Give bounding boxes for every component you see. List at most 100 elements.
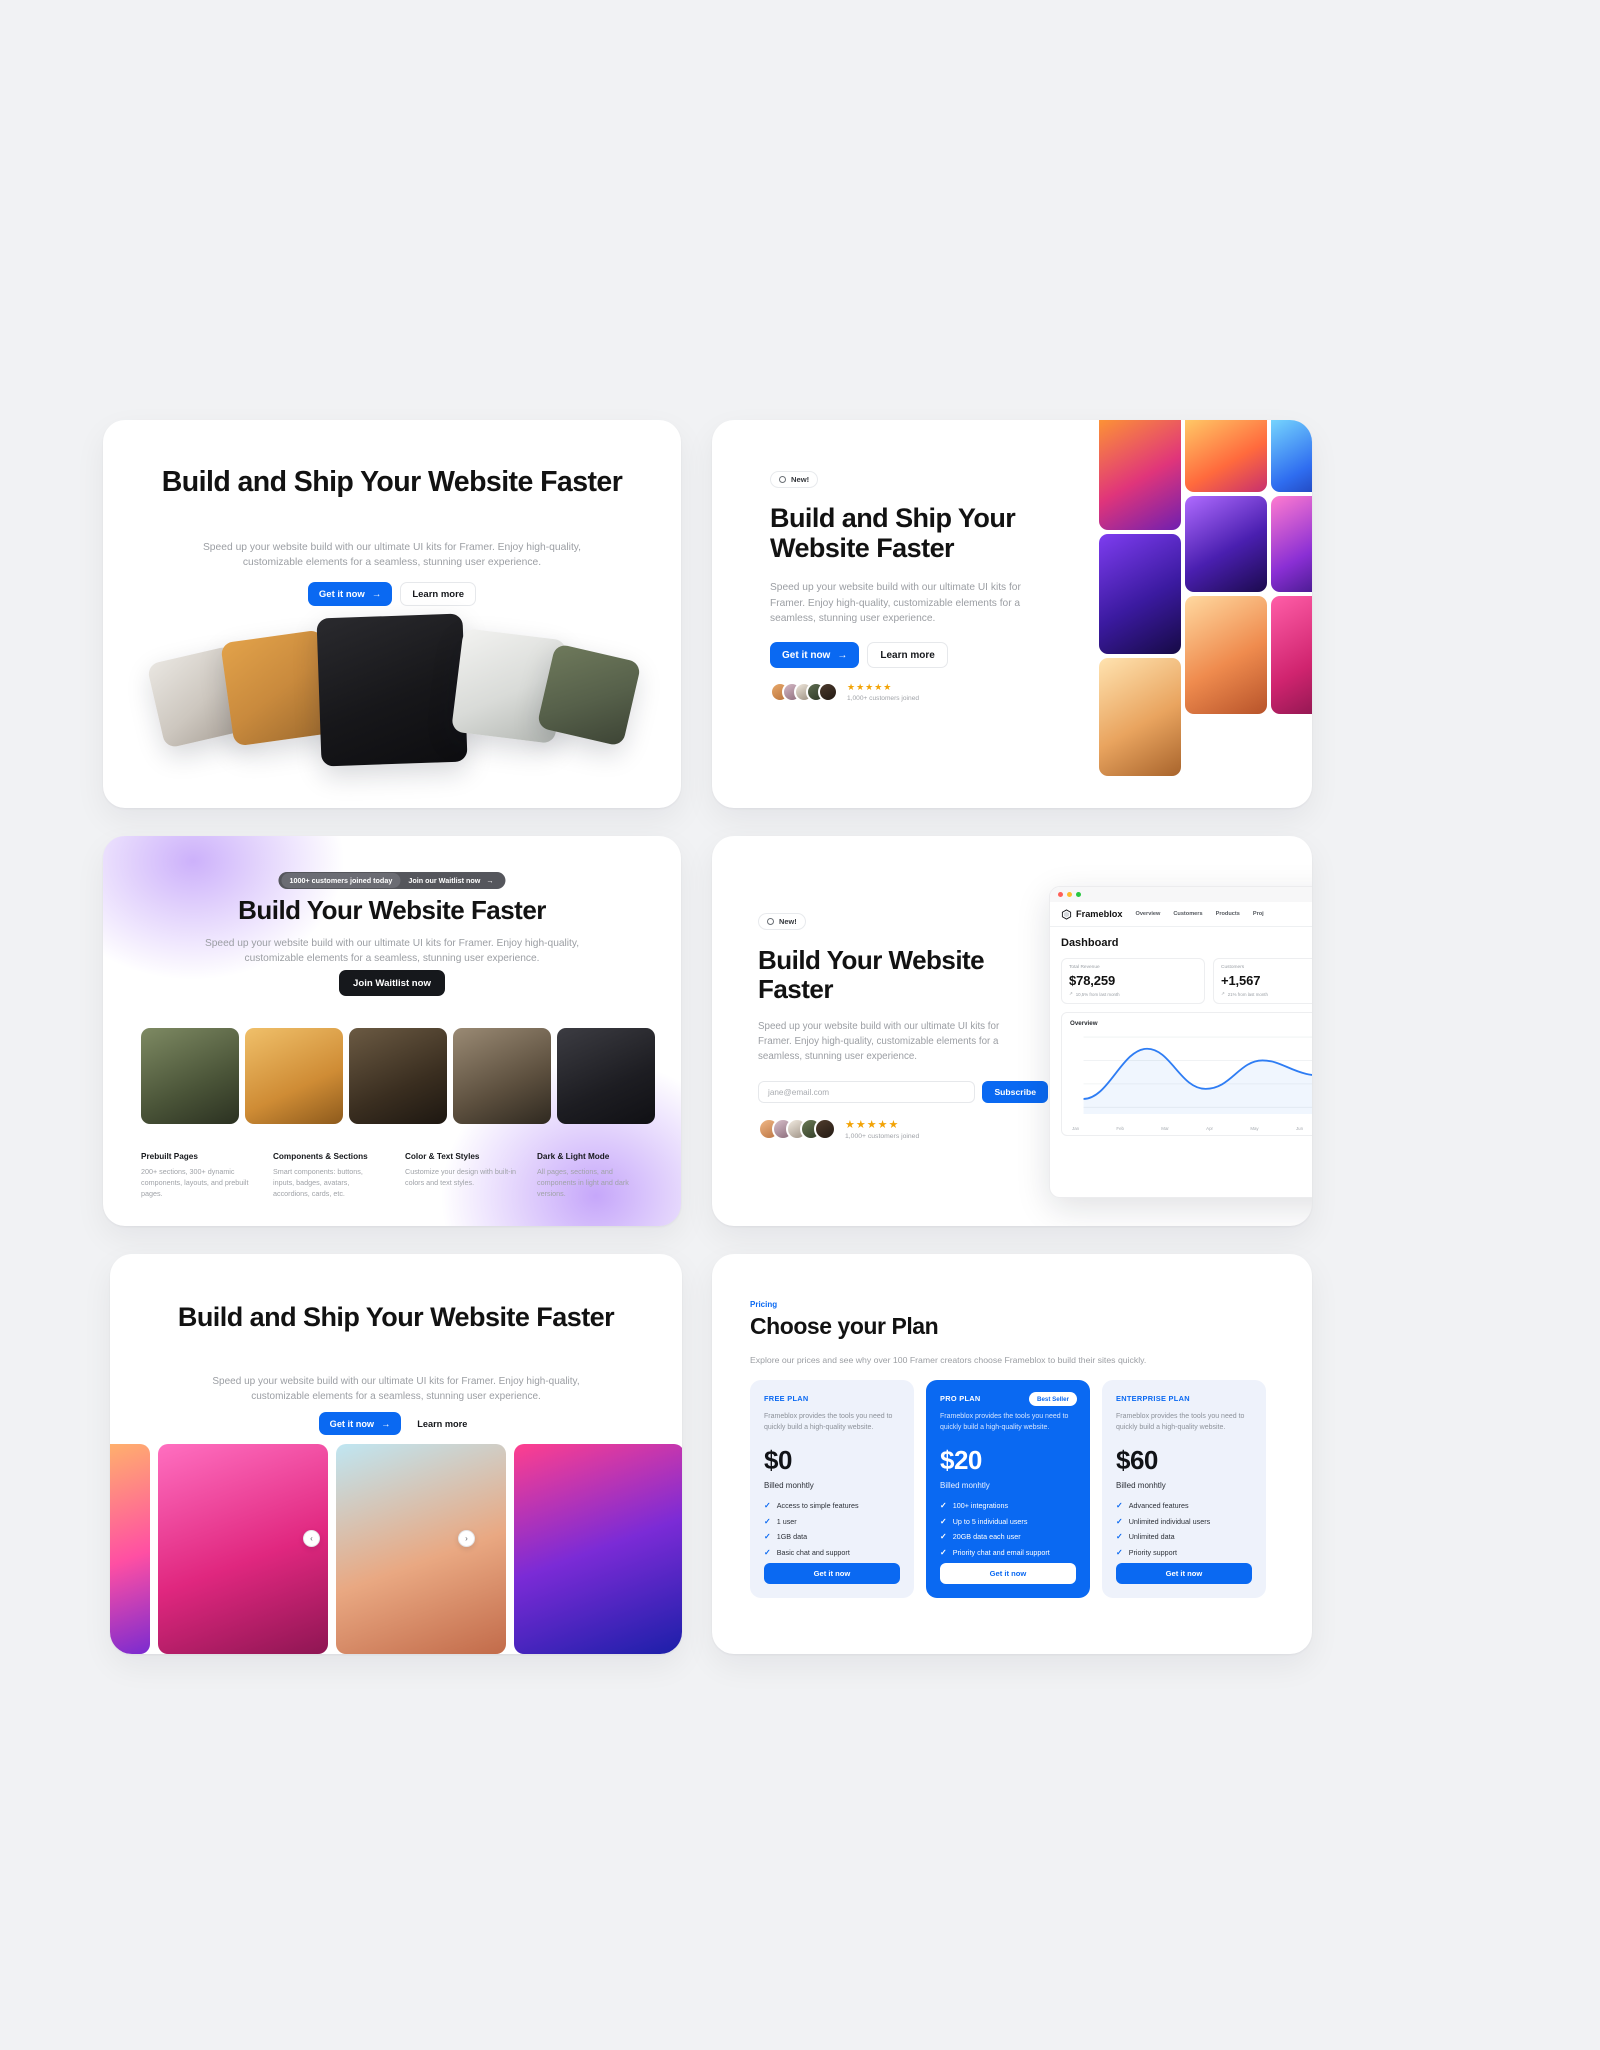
plan-card-enterprise: ENTERPRISE PLAN Frameblox provides the t… — [1102, 1380, 1266, 1599]
new-badge[interactable]: New! — [758, 913, 806, 930]
screenshot-canvas: Build and Ship Your Website Faster Speed… — [0, 0, 1600, 2050]
plan-feature-label: Basic chat and support — [776, 1547, 850, 1557]
rating-block: ★★★★★ 1,000+ customers joined — [847, 682, 919, 702]
get-it-now-label: Get it now — [329, 1418, 375, 1429]
get-it-now-button[interactable]: Get it now → — [307, 582, 393, 606]
nav-link-overview[interactable]: Overview — [1135, 911, 1160, 917]
stat-delta: ↗ 21% from last month — [1221, 991, 1312, 997]
join-waitlist-button[interactable]: Join Waitlist now — [339, 970, 445, 996]
carousel-prev-button[interactable]: ‹ — [303, 1530, 320, 1547]
plan-feature: ✓ Priority support — [1116, 1548, 1252, 1557]
stat-card-total-revenue: Total Revenue $78,259 ↗ 10,5% from last … — [1061, 958, 1205, 1004]
plan-feature-list: ✓ 100+ integrations ✓ Up to 5 individual u… — [940, 1501, 1076, 1557]
avatar-stack — [758, 1118, 836, 1141]
x-tick: Feb — [1116, 1126, 1124, 1131]
hero-card-collage: New! Build and Ship Your Website Faster … — [712, 420, 1312, 808]
plan-feature: ✓ 100+ integrations — [940, 1501, 1076, 1510]
collage-photo-5 — [1271, 496, 1312, 592]
rating-block: ★★★★★ 1,000+ customers joined — [845, 1118, 919, 1140]
announcement-pill[interactable]: 1000+ customers joined today Join our Wa… — [278, 872, 506, 889]
feature-item: Prebuilt Pages 200+ sections, 300+ dynam… — [141, 1152, 253, 1199]
hexagon-icon — [1061, 908, 1072, 920]
x-tick: Apr — [1206, 1126, 1214, 1131]
plan-cta-button[interactable]: Get it now — [764, 1563, 900, 1585]
pricing-plans: FREE PLAN Frameblox provides the tools y… — [750, 1380, 1266, 1599]
subscribe-label: Subscribe — [994, 1087, 1036, 1098]
plan-feature-label: Advanced features — [1128, 1501, 1189, 1511]
plan-feature-label: 20GB data each user — [952, 1532, 1021, 1542]
check-icon: ✓ — [1116, 1532, 1123, 1542]
check-icon: ✓ — [764, 1516, 771, 1526]
stat-delta-label: 21% from last month — [1227, 991, 1268, 997]
close-dot-icon — [1058, 892, 1063, 897]
get-it-now-button[interactable]: Get it now → — [770, 642, 860, 669]
plan-price: $20 — [940, 1445, 982, 1476]
collage-photo-4 — [1185, 496, 1267, 592]
gallery-photo-1 — [141, 1028, 239, 1124]
chevron-left-icon: ‹ — [310, 1534, 313, 1543]
plan-card-free: FREE PLAN Frameblox provides the tools y… — [750, 1380, 914, 1599]
gradient-glow-top-left — [103, 836, 403, 1026]
carousel-photo-4 — [514, 1444, 682, 1654]
photo-collage — [1057, 420, 1312, 808]
join-waitlist-link[interactable]: Join our Waitlist now → — [400, 876, 502, 885]
image-carousel — [110, 1444, 682, 1654]
star-rating-icon: ★★★★★ — [847, 682, 893, 693]
plan-cta-button[interactable]: Get it now — [1116, 1563, 1252, 1585]
carousel-photo-2 — [158, 1444, 328, 1654]
learn-more-button[interactable]: Learn more — [400, 582, 477, 606]
get-it-now-label: Get it now — [318, 588, 365, 600]
stat-label: Total Revenue — [1069, 965, 1100, 970]
plan-feature-label: 1GB data — [776, 1532, 808, 1542]
get-it-now-button[interactable]: Get it now → — [318, 1412, 402, 1435]
check-icon: ✓ — [764, 1501, 771, 1511]
dashboard-title: Dashboard — [1061, 937, 1119, 949]
learn-more-button[interactable]: Learn more — [411, 1412, 473, 1435]
new-badge[interactable]: New! — [770, 471, 819, 488]
feature-title: Components & Sections — [273, 1152, 368, 1161]
arrow-right-icon: → — [837, 649, 848, 661]
check-icon: ✓ — [764, 1547, 771, 1557]
x-tick: May — [1250, 1126, 1259, 1131]
subscribe-form: jane@email.com Subscribe — [758, 1081, 1048, 1104]
hero-subheading: Speed up your website build with our ult… — [212, 1376, 580, 1402]
carousel-next-button[interactable]: › — [458, 1530, 475, 1547]
feature-title: Prebuilt Pages — [141, 1152, 198, 1161]
subscribe-button[interactable]: Subscribe — [982, 1081, 1048, 1104]
learn-more-label: Learn more — [880, 649, 935, 661]
stat-value: $78,259 — [1069, 973, 1116, 988]
plan-feature: ✓ Access to simple features — [764, 1501, 900, 1510]
collage-photo-2 — [1185, 420, 1267, 492]
learn-more-button[interactable]: Learn more — [867, 642, 948, 669]
hero-cta-group: Get it now → Learn more — [110, 1412, 682, 1435]
maximize-dot-icon — [1076, 892, 1081, 897]
plan-feature-label: Priority chat and email support — [952, 1547, 1050, 1557]
plan-cta-label: Get it now — [989, 1569, 1027, 1579]
nav-link-customers[interactable]: Customers — [1173, 911, 1202, 917]
pricing-card: Pricing Choose your Plan Explore our pri… — [712, 1254, 1312, 1654]
check-icon: ✓ — [1116, 1516, 1123, 1526]
portrait-gallery — [141, 1028, 655, 1124]
nav-link-projects[interactable]: Proj — [1253, 911, 1264, 917]
plan-billing-period: Billed monhtly — [764, 1481, 814, 1491]
brand-name: Frameblox — [1076, 909, 1123, 919]
plan-card-pro: PRO PLAN Best Seller Frameblox provides … — [926, 1380, 1090, 1599]
email-input[interactable]: jane@email.com — [758, 1081, 976, 1104]
fan-photo-3 — [316, 613, 468, 767]
page-title: Choose your Plan — [750, 1313, 939, 1339]
plan-name: FREE PLAN — [764, 1394, 809, 1403]
feature-title: Dark & Light Mode — [537, 1152, 610, 1161]
plan-cta-button[interactable]: Get it now — [940, 1563, 1076, 1585]
feature-item: Components & Sections Smart components: … — [273, 1152, 385, 1199]
carousel-photo-1 — [110, 1444, 150, 1654]
trend-up-icon: ↗ — [1221, 991, 1225, 996]
dashboard-body: Dashboard Total Revenue $78,259 ↗ 10,5% … — [1050, 927, 1312, 1146]
plan-cta-label: Get it now — [1165, 1569, 1203, 1579]
nav-link-products[interactable]: Products — [1216, 911, 1240, 917]
customers-joined-today-label: 1000+ customers joined today — [281, 873, 401, 888]
circle-icon — [767, 918, 774, 925]
check-icon: ✓ — [940, 1516, 947, 1526]
stat-delta: ↗ 10,5% from last month — [1069, 991, 1197, 997]
plan-feature: ✓ Up to 5 individual users — [940, 1517, 1076, 1526]
new-badge-label: New! — [791, 475, 810, 484]
